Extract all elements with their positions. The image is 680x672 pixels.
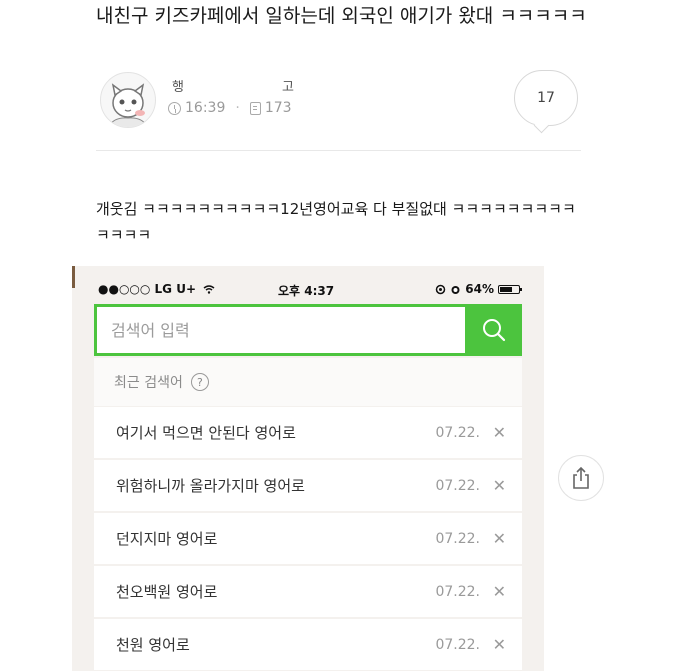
list-item[interactable]: 위험하니까 올라가지마 영어로 07.22. ✕ bbox=[94, 460, 522, 511]
photo-edge-mark bbox=[72, 266, 75, 288]
close-icon[interactable]: ✕ bbox=[493, 635, 506, 654]
list-item[interactable]: 천원 영어로 07.22. ✕ bbox=[94, 619, 522, 670]
recent-search-date: 07.22. bbox=[435, 530, 480, 547]
post-meta: 16:39 · 173 bbox=[168, 100, 292, 116]
share-button[interactable] bbox=[558, 455, 604, 501]
recent-searches-label: 최근 검색어 bbox=[114, 375, 183, 391]
help-icon[interactable]: ? bbox=[190, 373, 209, 391]
search-button[interactable] bbox=[466, 304, 522, 356]
status-right: 64% bbox=[435, 282, 522, 296]
battery-icon bbox=[498, 284, 522, 294]
recent-search-text: 위험하니까 올라가지마 영어로 bbox=[116, 477, 305, 495]
clock-icon bbox=[168, 101, 181, 115]
author-info: 행 고 16:39 · 173 bbox=[96, 72, 586, 140]
divider bbox=[96, 150, 581, 151]
comment-count-button[interactable]: 17 bbox=[514, 70, 578, 126]
avatar-icon bbox=[108, 83, 148, 127]
author-name[interactable]: 행 bbox=[172, 76, 184, 95]
recent-searches-list: 여기서 먹으면 안된다 영어로 07.22. ✕ 위험하니까 올라가지마 영어로… bbox=[94, 407, 522, 672]
status-time: 오후 4:37 bbox=[278, 284, 335, 298]
recent-search-date: 07.22. bbox=[435, 424, 480, 441]
recent-search-date: 07.22. bbox=[435, 636, 480, 653]
lock-rotation-icon bbox=[436, 284, 446, 294]
close-icon[interactable]: ✕ bbox=[493, 529, 506, 548]
recent-searches-header: 최근 검색어 ? bbox=[94, 358, 522, 406]
comment-count: 17 bbox=[537, 90, 555, 106]
search-box bbox=[94, 304, 522, 356]
post-body: 개웃김 ㅋㅋㅋㅋㅋㅋㅋㅋㅋㅋ12년영어교육 다 부질없대 ㅋㅋㅋㅋㅋㅋㅋㅋㅋㅋㅋ… bbox=[96, 200, 576, 244]
recent-search-text: 여기서 먹으면 안된다 영어로 bbox=[116, 424, 296, 442]
carrier-label: ●●○○○ LG U+ bbox=[98, 282, 197, 296]
close-icon[interactable]: ✕ bbox=[493, 423, 506, 442]
phone-screenshot: ●●○○○ LG U+ 오후 4:37 64% 검색어 입력 최근 검색어 ? … bbox=[72, 266, 544, 671]
meta-separator: · bbox=[235, 100, 240, 116]
share-icon bbox=[573, 466, 589, 489]
author-name-suffix: 고 bbox=[282, 80, 294, 95]
battery-percent: 64% bbox=[465, 282, 494, 296]
recent-search-text: 던지지마 영어로 bbox=[116, 530, 218, 548]
avatar[interactable] bbox=[100, 72, 156, 128]
close-icon[interactable]: ✕ bbox=[493, 582, 506, 601]
list-item[interactable]: 던지지마 영어로 07.22. ✕ bbox=[94, 513, 522, 564]
recent-search-date: 07.22. bbox=[435, 477, 480, 494]
wifi-icon bbox=[203, 285, 215, 294]
recent-search-text: 천오백원 영어로 bbox=[116, 583, 218, 601]
post-title: 내친구 키즈카페에서 일하는데 외국인 애기가 왔대 ㅋㅋㅋㅋㅋ bbox=[96, 5, 587, 27]
recent-search-text: 천원 영어로 bbox=[116, 636, 190, 654]
search-icon bbox=[483, 319, 506, 342]
carrier: ●●○○○ LG U+ bbox=[98, 282, 215, 296]
status-bar: ●●○○○ LG U+ 오후 4:37 64% bbox=[96, 278, 522, 298]
list-item[interactable]: 천오백원 영어로 07.22. ✕ bbox=[94, 566, 522, 617]
recent-search-date: 07.22. bbox=[435, 583, 480, 600]
doc-icon bbox=[249, 101, 261, 115]
alarm-icon bbox=[451, 285, 460, 294]
list-item[interactable]: 여기서 먹으면 안된다 영어로 07.22. ✕ bbox=[94, 407, 522, 458]
search-input[interactable] bbox=[97, 307, 465, 353]
view-count: 173 bbox=[264, 100, 292, 116]
close-icon[interactable]: ✕ bbox=[493, 476, 506, 495]
post-time: 16:39 bbox=[185, 100, 226, 116]
